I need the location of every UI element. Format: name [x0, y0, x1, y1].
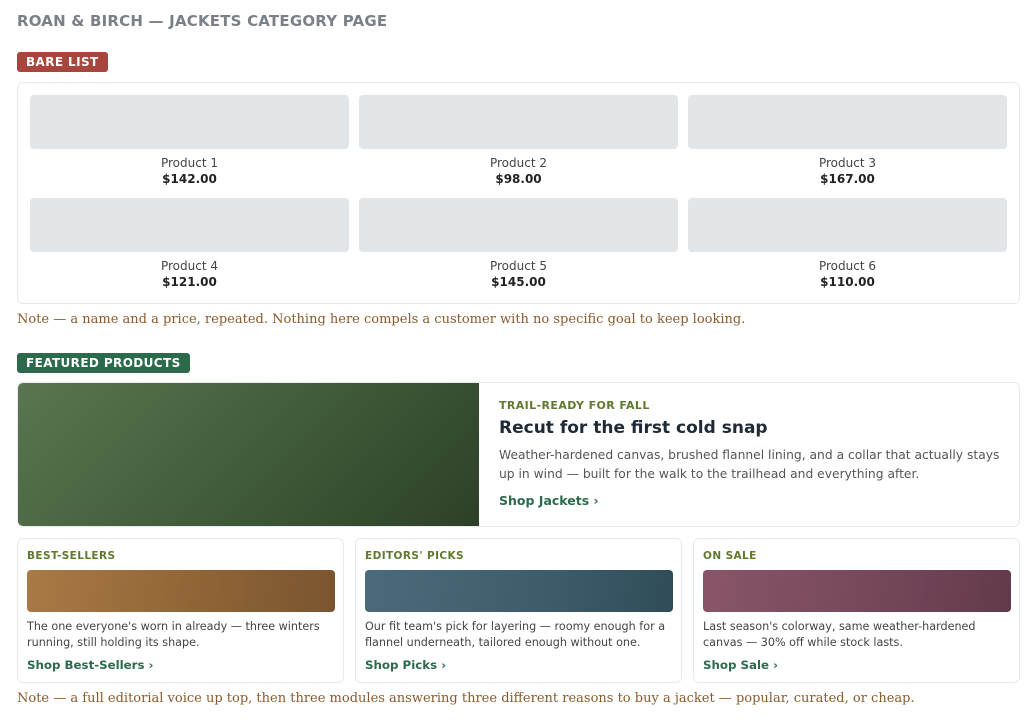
product-name: Product 4	[160, 259, 218, 273]
product-image-placeholder[interactable]	[30, 198, 349, 252]
module-editors-picks: EDITORS' PICKS Our fit team's pick for l…	[355, 538, 682, 683]
product-image-placeholder[interactable]	[30, 95, 349, 149]
product-name: Product 5	[489, 259, 547, 273]
module-eyebrow: BEST-SELLERS	[27, 550, 116, 562]
module-description: The one everyone's worn in already — thr…	[27, 620, 320, 649]
product-card-1[interactable]: Product 1 $142.00	[30, 95, 349, 192]
product-card-6[interactable]: Product 6 $110.00	[688, 198, 1007, 295]
module-image[interactable]	[27, 570, 335, 612]
featured-products-badge: FEATURED PRODUCTS	[17, 353, 190, 373]
product-name: Product 1	[160, 156, 218, 170]
product-price: $110.00	[820, 275, 875, 289]
module-best-sellers: BEST-SELLERS The one everyone's worn in …	[17, 538, 344, 683]
product-card-4[interactable]: Product 4 $121.00	[30, 198, 349, 295]
product-name: Product 6	[818, 259, 876, 273]
product-price: $145.00	[491, 275, 546, 289]
product-name: Product 2	[489, 156, 547, 170]
product-card-3[interactable]: Product 3 $167.00	[688, 95, 1007, 192]
module-image[interactable]	[365, 570, 673, 612]
hero-image[interactable]	[18, 383, 479, 526]
module-eyebrow: EDITORS' PICKS	[365, 550, 465, 562]
product-price: $121.00	[162, 275, 217, 289]
product-image-placeholder[interactable]	[688, 95, 1007, 149]
shop-sale-link[interactable]: Shop Sale ›	[703, 658, 778, 672]
hero-eyebrow: TRAIL-READY FOR FALL	[499, 399, 650, 412]
module-on-sale: ON SALE Last season's colorway, same wea…	[693, 538, 1020, 683]
product-card-5[interactable]: Product 5 $145.00	[359, 198, 678, 295]
product-price: $167.00	[820, 172, 875, 186]
module-eyebrow: ON SALE	[703, 550, 757, 562]
module-description: Last season's colorway, same weather-har…	[703, 620, 976, 649]
hero-body: TRAIL-READY FOR FALL Recut for the first…	[499, 399, 1004, 509]
page-title: ROAN & BIRCH — JACKETS CATEGORY PAGE	[17, 12, 388, 30]
product-image-placeholder[interactable]	[359, 95, 678, 149]
bare-list-badge: BARE LIST	[17, 52, 108, 72]
hero-title: Recut for the first cold snap	[499, 418, 768, 438]
product-name: Product 3	[818, 156, 876, 170]
product-image-placeholder[interactable]	[359, 198, 678, 252]
bare-list-note: Note — a name and a price, repeated. Not…	[17, 312, 746, 327]
product-price: $98.00	[495, 172, 542, 186]
featured-note: Note — a full editorial voice up top, th…	[17, 691, 915, 706]
shop-jackets-link[interactable]: Shop Jackets ›	[499, 493, 599, 508]
product-price: $142.00	[162, 172, 217, 186]
shop-best-sellers-link[interactable]: Shop Best-Sellers ›	[27, 658, 154, 672]
hero-description: Weather-hardened canvas, brushed flannel…	[499, 448, 1000, 481]
module-description: Our fit team's pick for layering — roomy…	[365, 620, 666, 649]
module-image[interactable]	[703, 570, 1011, 612]
shop-picks-link[interactable]: Shop Picks ›	[365, 658, 446, 672]
bare-list-panel: Product 1 $142.00 Product 2 $98.00 Produ…	[17, 82, 1020, 304]
product-card-2[interactable]: Product 2 $98.00	[359, 95, 678, 192]
product-image-placeholder[interactable]	[688, 198, 1007, 252]
hero-card: TRAIL-READY FOR FALL Recut for the first…	[17, 382, 1020, 527]
